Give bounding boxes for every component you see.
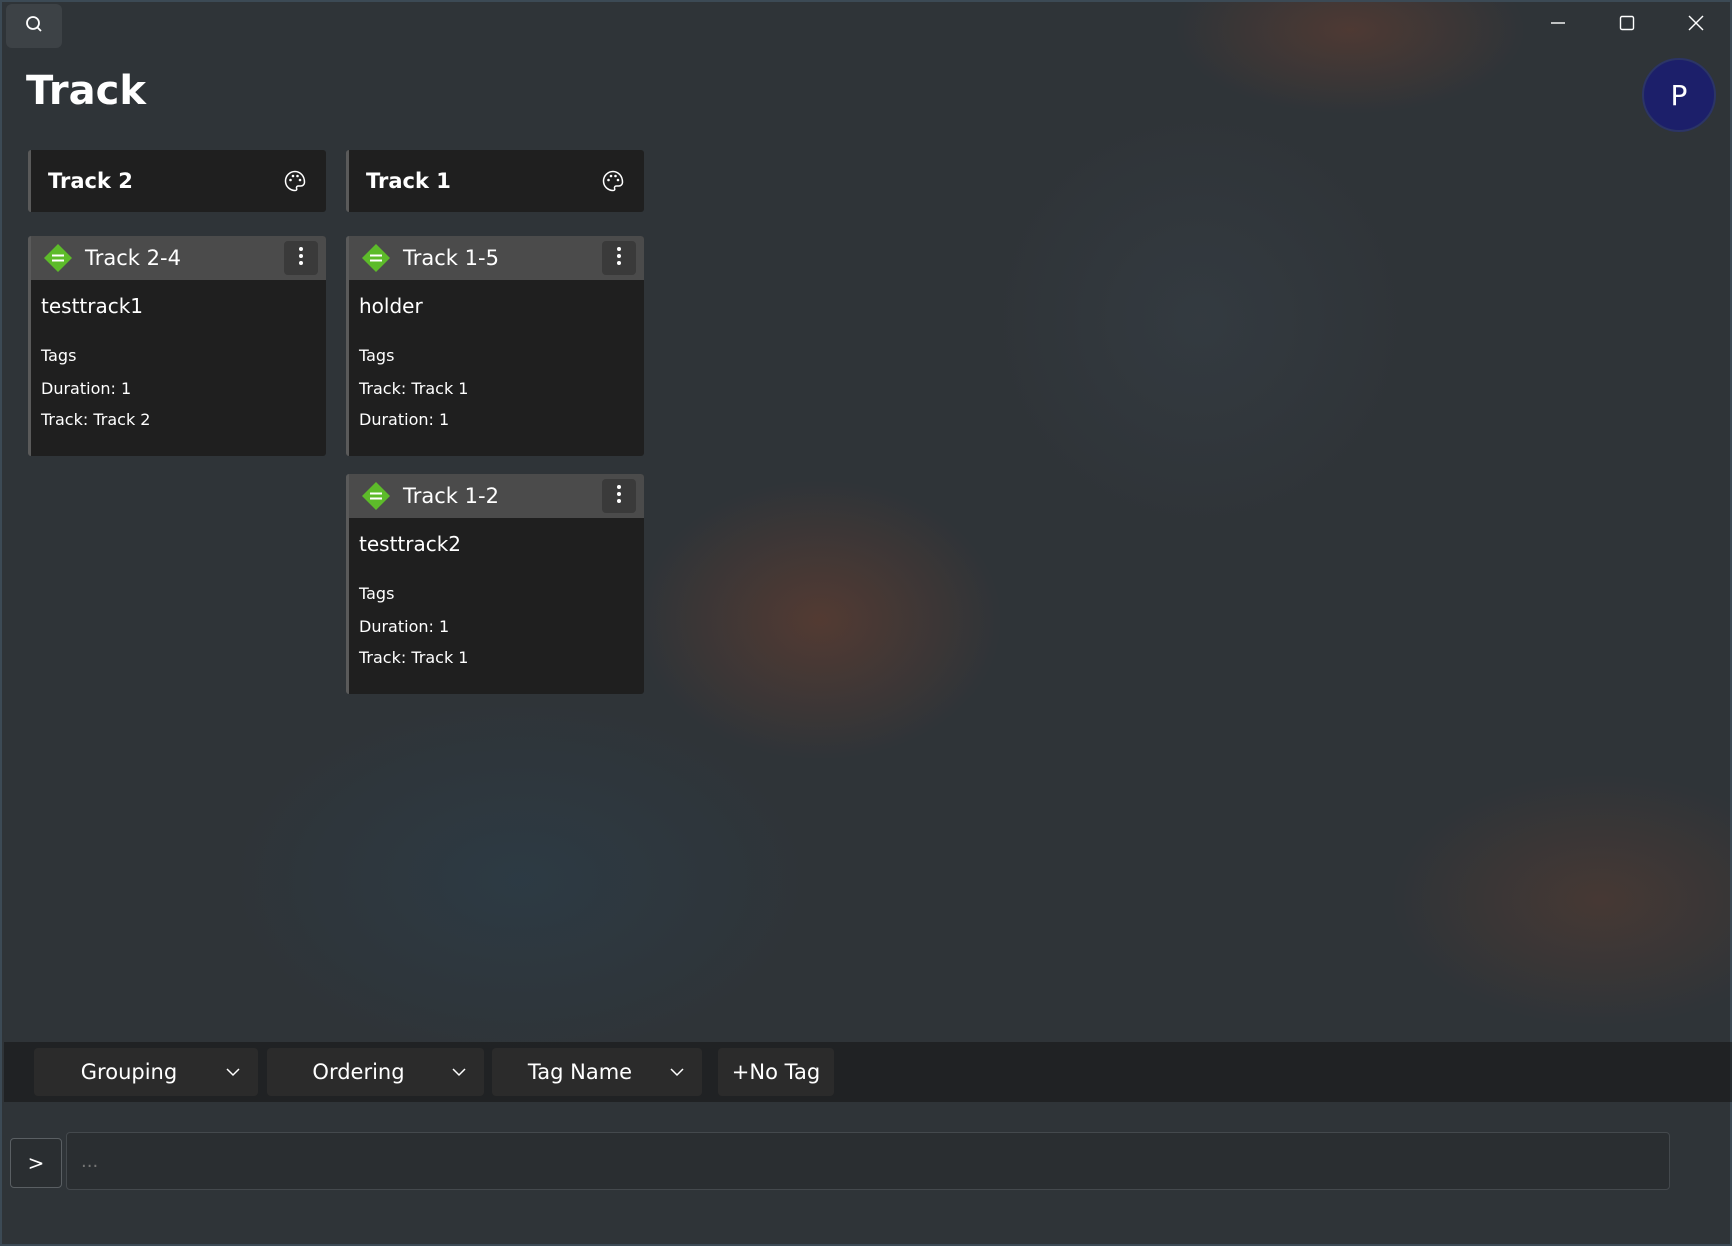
column-header-track-1: Track 1 xyxy=(346,150,644,212)
more-options-button[interactable] xyxy=(602,479,636,513)
card-name: testtrack1 xyxy=(41,294,144,318)
more-options-button[interactable] xyxy=(602,241,636,275)
tag-name-dropdown[interactable]: Tag Name xyxy=(492,1048,702,1096)
more-vertical-icon xyxy=(616,246,622,270)
tag-line: Duration: 1 xyxy=(359,410,450,429)
tag-line: Duration: 1 xyxy=(41,379,132,398)
maximize-icon xyxy=(1619,15,1635,35)
more-vertical-icon xyxy=(298,246,304,270)
track-card[interactable]: Track 1-5 holder Tags Track: Track 1 Dur… xyxy=(346,236,644,456)
card-header: Track 2-4 xyxy=(31,236,326,280)
close-button[interactable] xyxy=(1674,10,1718,40)
maximize-button[interactable] xyxy=(1605,10,1649,40)
priority-diamond-icon xyxy=(361,481,391,511)
close-icon xyxy=(1688,15,1704,35)
page-title: Track xyxy=(26,68,146,114)
no-tag-button[interactable]: +No Tag xyxy=(718,1048,834,1096)
tag-line: Duration: 1 xyxy=(359,617,450,636)
avatar-initial: P xyxy=(1670,78,1688,112)
search-button[interactable] xyxy=(6,4,62,48)
priority-diamond-icon xyxy=(43,243,73,273)
tag-line: Track: Track 2 xyxy=(41,410,151,429)
palette-icon[interactable] xyxy=(282,168,308,194)
minimize-icon xyxy=(1550,15,1566,35)
track-card[interactable]: Track 1-2 testtrack2 Tags Duration: 1 Tr… xyxy=(346,474,644,694)
chevron-down-icon xyxy=(668,1063,686,1081)
run-command-button[interactable]: > xyxy=(10,1138,62,1188)
card-header: Track 1-5 xyxy=(349,236,644,280)
column-title: Track 2 xyxy=(48,169,133,193)
card-title: Track 1-2 xyxy=(403,484,499,508)
tags-label: Tags xyxy=(41,346,77,365)
command-input[interactable] xyxy=(66,1132,1670,1190)
more-options-button[interactable] xyxy=(284,241,318,275)
tags-label: Tags xyxy=(359,346,395,365)
avatar[interactable]: P xyxy=(1642,58,1716,132)
prompt-label: > xyxy=(27,1151,45,1175)
tag-line: Track: Track 1 xyxy=(359,379,469,398)
track-card[interactable]: Track 2-4 testtrack1 Tags Duration: 1 Tr… xyxy=(28,236,326,456)
grouping-dropdown[interactable]: Grouping xyxy=(34,1048,258,1096)
no-tag-label: +No Tag xyxy=(731,1060,821,1084)
priority-diamond-icon xyxy=(361,243,391,273)
chevron-down-icon xyxy=(450,1063,468,1081)
tag-name-label: Tag Name xyxy=(527,1060,633,1084)
card-title: Track 2-4 xyxy=(85,246,181,270)
ordering-label: Ordering xyxy=(312,1060,405,1084)
palette-icon[interactable] xyxy=(600,168,626,194)
card-header: Track 1-2 xyxy=(349,474,644,518)
grouping-label: Grouping xyxy=(80,1060,178,1084)
minimize-button[interactable] xyxy=(1536,10,1580,40)
card-name: testtrack2 xyxy=(359,532,462,556)
column-header-track-2: Track 2 xyxy=(28,150,326,212)
tags-label: Tags xyxy=(359,584,395,603)
card-name: holder xyxy=(359,294,423,318)
tag-line: Track: Track 1 xyxy=(359,648,469,667)
column-title: Track 1 xyxy=(366,169,451,193)
search-icon xyxy=(24,14,44,38)
card-title: Track 1-5 xyxy=(403,246,499,270)
filter-toolbar xyxy=(4,1042,1732,1102)
ordering-dropdown[interactable]: Ordering xyxy=(267,1048,484,1096)
more-vertical-icon xyxy=(616,484,622,508)
chevron-down-icon xyxy=(224,1063,242,1081)
